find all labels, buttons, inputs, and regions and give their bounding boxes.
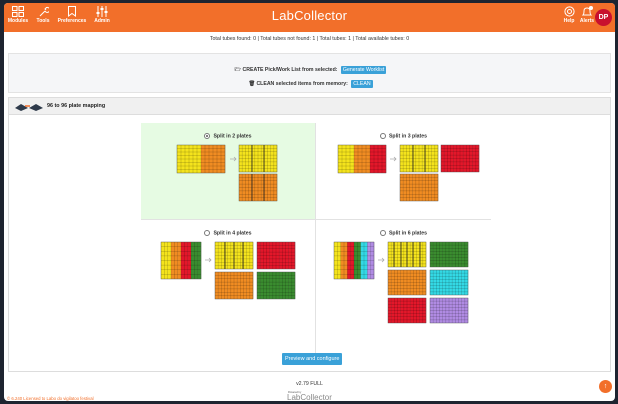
source-plate	[337, 144, 387, 174]
source-plate	[160, 241, 202, 280]
user-avatar[interactable]: DP	[595, 9, 612, 26]
trash-icon: 🗑	[248, 81, 255, 87]
scroll-top-button[interactable]: ↑	[599, 380, 612, 393]
dest-plate-1	[238, 144, 278, 173]
split-option-1[interactable]: Split in 2 plates	[141, 123, 315, 219]
vertical-divider	[315, 123, 316, 363]
footer-logo: LabCollector	[287, 393, 332, 401]
source-plate	[333, 241, 375, 280]
plate-diagram	[160, 241, 296, 300]
dest-plate-1	[399, 144, 439, 173]
arrow-icon	[390, 156, 397, 162]
split-option-2[interactable]: Split in 3 plates	[316, 123, 491, 219]
dest-plate-2	[429, 241, 469, 268]
dest-plate-3	[399, 173, 439, 202]
split-option-4[interactable]: Split in 6 plates	[316, 220, 491, 363]
dest-plate-2	[238, 173, 278, 202]
dest-plate-3	[214, 271, 254, 300]
horizontal-divider	[141, 219, 491, 220]
tube-stats: Total tubes found: 0 | Total tubes not f…	[209, 36, 410, 42]
panel-header: 96 to 96 plate mapping	[9, 98, 610, 115]
clean-row: 🗑 CLEAN selected items from memory: CLEA…	[9, 80, 612, 88]
folder-icon: 🗁	[234, 67, 242, 73]
split-option-3[interactable]: Split in 4 plates	[141, 220, 315, 363]
preview-configure-button[interactable]: Preview and configure	[282, 353, 343, 365]
panel-title: 96 to 96 plate mapping	[47, 103, 106, 109]
version-text: v2.79 FULL	[296, 381, 323, 387]
clean-label: CLEAN selected items from memory:	[256, 81, 348, 87]
plate-mapping-panel: 96 to 96 plate mapping Split in 2 plates…	[8, 97, 611, 372]
clean-button[interactable]: CLEAN	[351, 80, 373, 88]
dest-plate-4	[429, 269, 469, 296]
footer: v2.79 FULL © 6.240 Licensed to Labo do v…	[4, 377, 615, 401]
source-plate	[176, 144, 226, 174]
bell-icon	[581, 6, 593, 16]
nav-help-label: Help	[563, 18, 575, 24]
create-label: CREATE Pick/Work List from selected:	[242, 67, 338, 73]
nav-alerts-label: Alerts	[579, 18, 595, 24]
dest-plate-2	[256, 241, 296, 270]
dest-plate-4	[256, 271, 296, 300]
top-navbar: Modules Tools Preferences Admin LabColle…	[4, 3, 615, 32]
arrow-icon	[205, 257, 212, 263]
brand-logo[interactable]: LabCollector	[4, 8, 615, 23]
license-text: © 6.240 Licensed to Labo do vigilatoo fe…	[7, 396, 94, 401]
app-window: Modules Tools Preferences Admin LabColle…	[4, 3, 615, 401]
actions-box: 🗁 CREATE Pick/Work List from selected: G…	[8, 53, 611, 93]
nav-alerts[interactable]: Alerts	[579, 6, 595, 24]
arrow-icon	[230, 156, 237, 162]
dest-plate-6	[429, 297, 469, 324]
create-row: 🗁 CREATE Pick/Work List from selected: G…	[9, 66, 612, 75]
lifebuoy-icon	[563, 6, 575, 17]
dest-plate-3	[387, 269, 427, 296]
plate-diagram	[333, 241, 469, 324]
arrow-icon	[378, 257, 385, 263]
dest-plate-2	[440, 144, 480, 173]
nav-help[interactable]: Help	[562, 6, 576, 24]
plate-diagram	[176, 144, 278, 202]
generate-worklist-button[interactable]: Generate Worklist	[340, 66, 387, 74]
dest-plate-5	[387, 297, 427, 324]
plate-icon	[15, 104, 43, 111]
plate-diagram	[337, 144, 480, 202]
